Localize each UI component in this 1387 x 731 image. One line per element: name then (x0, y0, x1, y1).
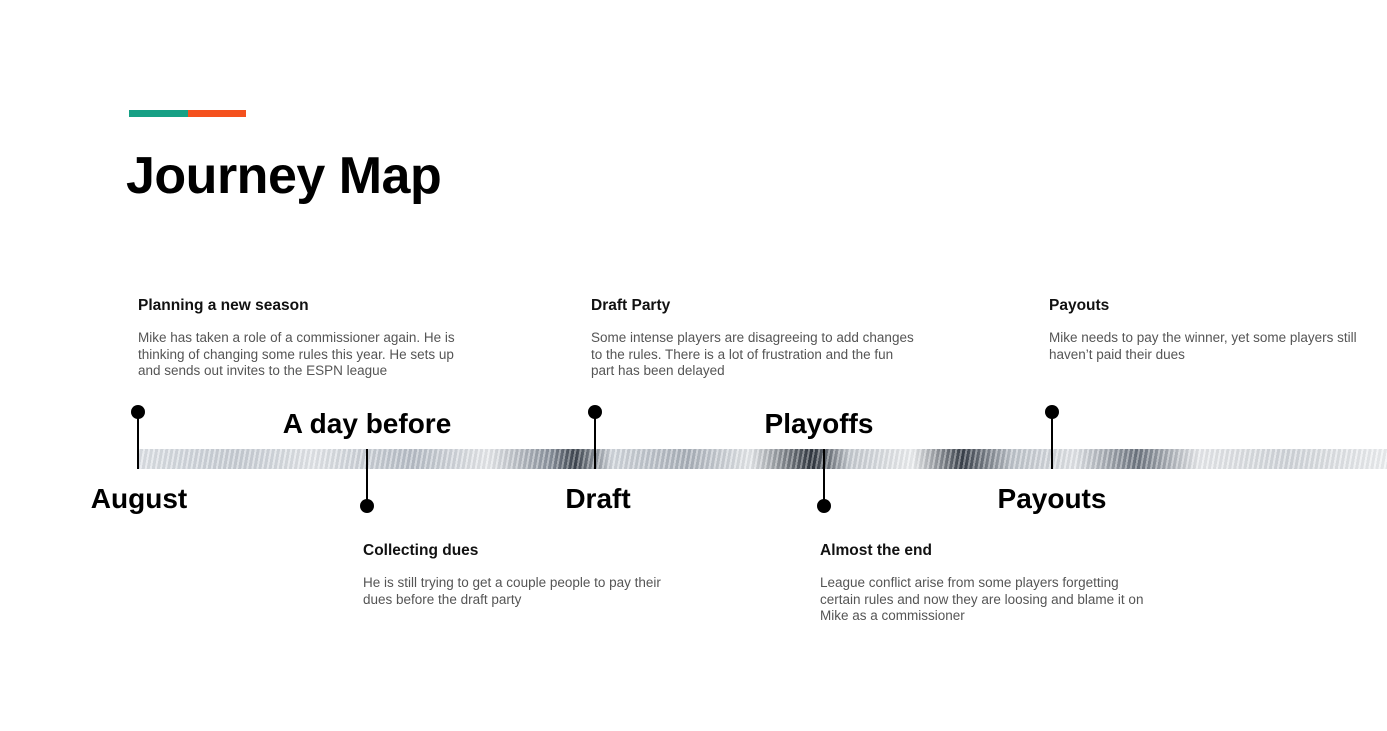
milestone-label-playoffs: Playoffs (764, 408, 874, 439)
milestone-description: League conflict arise from some players … (820, 575, 1144, 623)
milestone-description: Mike needs to pay the winner, yet some p… (1049, 330, 1357, 362)
milestone-marker-draft (588, 405, 602, 419)
milestone-label-a-day-before: A day before (282, 408, 452, 439)
title-accent-teal (129, 110, 188, 117)
milestone-marker-payouts (1045, 405, 1059, 419)
milestone-stem-a-day-before (366, 449, 368, 506)
milestone-description: Mike has taken a role of a commissioner … (138, 330, 455, 378)
milestone-label-august: August (90, 483, 188, 514)
title-accent-orange (188, 110, 246, 117)
milestone-stem-draft (594, 412, 596, 469)
page-title: Journey Map (126, 147, 442, 205)
milestone-marker-a-day-before (360, 499, 374, 513)
milestone-description: Some intense players are disagreeing to … (591, 330, 914, 378)
timeline-band-texture (138, 449, 1387, 469)
milestone-stem-august (137, 412, 139, 469)
milestone-label-draft: Draft (565, 483, 631, 514)
milestone-title: Payouts (1049, 297, 1110, 314)
milestone-label-payouts: Payouts (997, 483, 1107, 514)
milestone-card-playoffs: Almost the end League conflict arise fro… (820, 541, 1145, 625)
milestone-stem-playoffs (823, 449, 825, 506)
milestone-title: Almost the end (820, 542, 932, 559)
timeline-band (138, 449, 1387, 469)
milestone-card-draft: Draft Party Some intense players are dis… (591, 296, 916, 380)
milestone-title: Draft Party (591, 297, 671, 314)
milestone-card-a-day-before: Collecting dues He is still trying to ge… (363, 541, 688, 608)
milestone-title: Planning a new season (138, 297, 309, 314)
milestone-description: He is still trying to get a couple peopl… (363, 575, 661, 607)
milestone-card-payouts: Payouts Mike needs to pay the winner, ye… (1049, 296, 1374, 363)
milestone-marker-playoffs (817, 499, 831, 513)
milestone-card-august: Planning a new season Mike has taken a r… (138, 296, 463, 380)
milestone-marker-august (131, 405, 145, 419)
milestone-stem-payouts (1051, 412, 1053, 469)
milestone-title: Collecting dues (363, 542, 479, 559)
